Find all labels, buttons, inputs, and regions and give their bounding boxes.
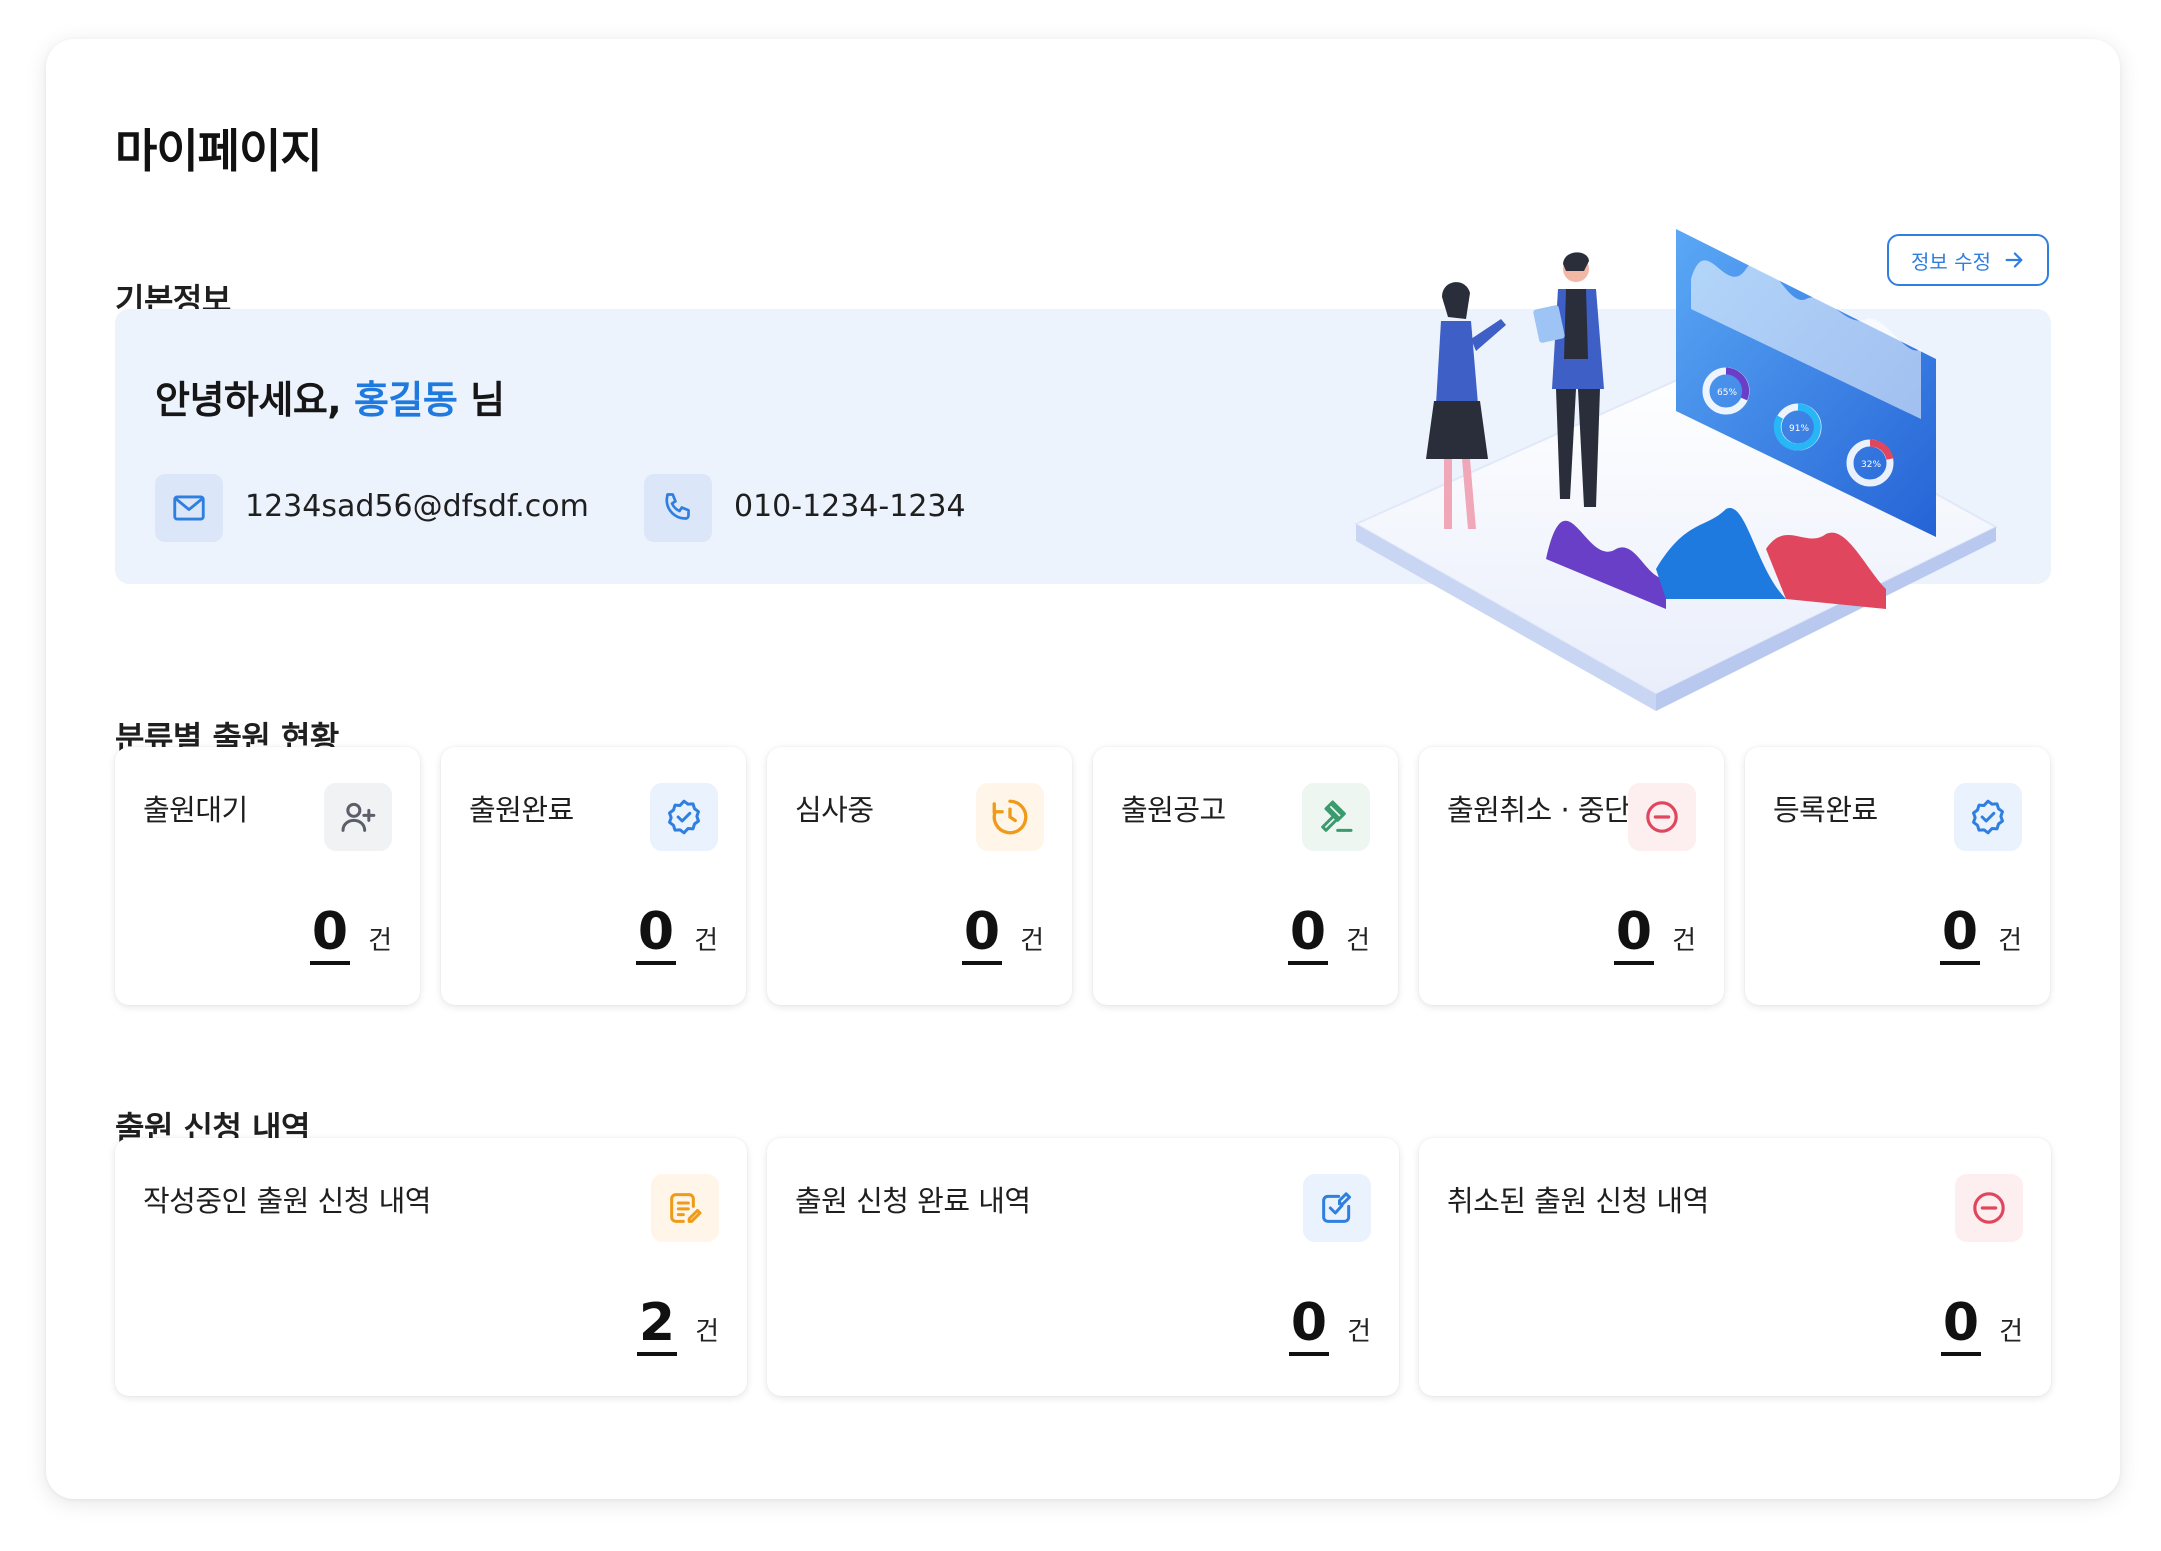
history-card-completed[interactable]: 출원 신청 완료 내역 0 건 <box>767 1138 1399 1396</box>
count-value: 0 <box>1287 903 1329 965</box>
card-label: 출원대기 <box>143 793 248 827</box>
count-unit: 건 <box>694 926 718 956</box>
count-row: 0 건 <box>1288 1294 1371 1356</box>
chart-label-2: 91% <box>1789 424 1809 434</box>
count-unit: 건 <box>1672 926 1696 956</box>
greeting-suffix: 님 <box>457 378 505 422</box>
status-card-registered[interactable]: 등록완료 0 건 <box>1745 747 2050 1005</box>
mypage-card: 마이페이지 기본정보 안녕하세요, 홍길동 님 1234sad56@dfsdf.… <box>46 39 2120 1499</box>
count-value: 2 <box>636 1294 678 1356</box>
count-value: 0 <box>635 903 677 965</box>
phone-value: 010-1234-1234 <box>734 489 966 524</box>
count-value: 0 <box>1288 1294 1330 1356</box>
chart-label-1: 65% <box>1717 388 1737 398</box>
email-value: 1234sad56@dfsdf.com <box>245 489 589 524</box>
count-unit: 건 <box>368 926 392 956</box>
status-card-filed[interactable]: 출원완료 0 건 <box>441 747 746 1005</box>
count-unit: 건 <box>1346 926 1370 956</box>
arrow-right-icon <box>2005 252 2023 268</box>
count-row: 2 건 <box>636 1294 719 1356</box>
page-title: 마이페이지 <box>115 124 323 178</box>
minus-circle-icon <box>1955 1174 2023 1242</box>
count-row: 0 건 <box>309 903 392 965</box>
chart-label-3: 32% <box>1861 460 1881 470</box>
count-unit: 건 <box>1998 926 2022 956</box>
count-row: 0 건 <box>1287 903 1370 965</box>
count-unit: 건 <box>695 1317 719 1347</box>
history-card-cancelled[interactable]: 취소된 출원 신청 내역 0 건 <box>1419 1138 2051 1396</box>
card-label: 심사중 <box>795 793 874 827</box>
card-label: 작성중인 출원 신청 내역 <box>143 1184 431 1218</box>
status-card-cancelled[interactable]: 출원취소 · 중단 0 건 <box>1419 747 1724 1005</box>
mail-icon <box>155 474 223 542</box>
count-unit: 건 <box>1347 1317 1371 1347</box>
count-row: 0 건 <box>1939 903 2022 965</box>
checkbox-edit-icon <box>1303 1174 1371 1242</box>
count-unit: 건 <box>1999 1317 2023 1347</box>
count-value: 0 <box>1613 903 1655 965</box>
minus-circle-icon <box>1628 783 1696 851</box>
status-card-examination[interactable]: 심사중 0 건 <box>767 747 1072 1005</box>
card-label: 등록완료 <box>1773 793 1878 827</box>
card-label: 출원완료 <box>469 793 574 827</box>
count-value: 0 <box>961 903 1003 965</box>
card-label: 출원공고 <box>1121 793 1226 827</box>
gavel-icon <box>1302 783 1370 851</box>
badge-check-icon <box>650 783 718 851</box>
count-value: 0 <box>1939 903 1981 965</box>
greeting: 안녕하세요, 홍길동 님 <box>155 369 505 424</box>
badge-check-icon <box>1954 783 2022 851</box>
clock-icon <box>976 783 1044 851</box>
count-row: 0 건 <box>1613 903 1696 965</box>
edit-info-label: 정보 수정 <box>1911 249 1991 274</box>
count-row: 0 건 <box>1940 1294 2023 1356</box>
card-label: 출원 신청 완료 내역 <box>795 1184 1031 1218</box>
greeting-prefix: 안녕하세요, <box>155 378 354 422</box>
count-row: 0 건 <box>961 903 1044 965</box>
status-card-publication[interactable]: 출원공고 0 건 <box>1093 747 1398 1005</box>
count-row: 0 건 <box>635 903 718 965</box>
phone-icon <box>644 474 712 542</box>
card-label: 출원취소 · 중단 <box>1447 793 1631 827</box>
user-add-icon <box>324 783 392 851</box>
user-name: 홍길동 <box>353 378 458 422</box>
count-value: 0 <box>1940 1294 1982 1356</box>
status-card-pending[interactable]: 출원대기 0 건 <box>115 747 420 1005</box>
document-edit-icon <box>651 1174 719 1242</box>
edit-info-button[interactable]: 정보 수정 <box>1887 234 2049 286</box>
count-unit: 건 <box>1020 926 1044 956</box>
history-card-drafts[interactable]: 작성중인 출원 신청 내역 2 건 <box>115 1138 747 1396</box>
card-label: 취소된 출원 신청 내역 <box>1447 1184 1709 1218</box>
count-value: 0 <box>309 903 351 965</box>
